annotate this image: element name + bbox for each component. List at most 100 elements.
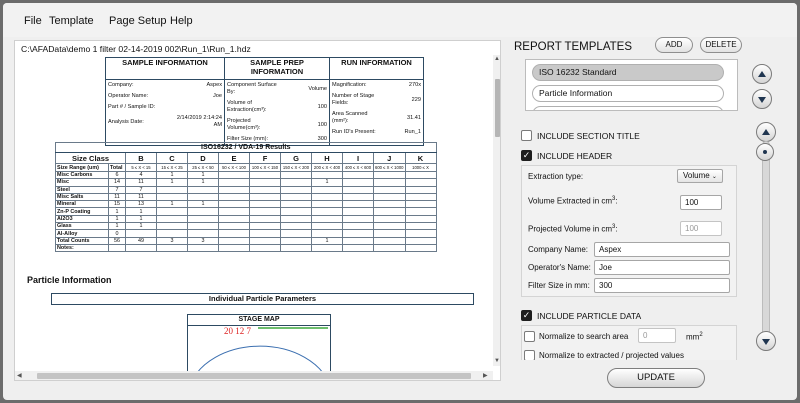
count-cell <box>280 170 312 180</box>
count-cell <box>342 222 374 231</box>
stage-map: STAGE MAP 20 12 7 <box>187 314 331 374</box>
preview-horizontal-scrollbar[interactable]: ◀ ▶ <box>15 371 493 380</box>
sample-info-field-value <box>172 102 224 113</box>
volume-extracted-input[interactable]: 100 <box>680 195 722 210</box>
stage-map-marks: 20 12 7 <box>224 326 252 336</box>
menu-file[interactable]: File <box>24 15 42 27</box>
menu-page-setup[interactable]: Page Setup <box>109 15 167 27</box>
menu-template[interactable]: Template <box>49 15 94 27</box>
count-cell <box>187 243 219 253</box>
template-item-3[interactable] <box>532 106 724 110</box>
count-cell <box>125 243 157 253</box>
count-cell <box>249 222 281 231</box>
count-cell <box>311 185 343 194</box>
count-cell <box>218 229 250 238</box>
include-section-title-checkbox[interactable] <box>521 130 532 141</box>
count-cell <box>342 214 374 224</box>
sample-info-field-label: Company: <box>108 82 134 88</box>
row-total: 11 <box>108 192 126 202</box>
iso-data-row: Misc 14 11 1 1 1 <box>55 178 437 187</box>
template-item-iso16232[interactable]: ISO 16232 Standard <box>532 64 724 81</box>
template-list[interactable]: ISO 16232 Standard Particle Information <box>525 59 738 111</box>
company-name-label: Company Name: <box>528 245 589 254</box>
stage-map-plot: 20 12 7 <box>196 326 328 373</box>
sample-info-field-label: Analysis Date: <box>108 118 144 125</box>
size-range-cell: 400 ≤ X < 600 <box>342 163 374 172</box>
preview-hscroll-thumb[interactable] <box>37 373 471 379</box>
count-cell: 1 <box>187 170 219 180</box>
count-cell: 49 <box>125 236 157 245</box>
scroll-right-arrow-icon[interactable]: ▶ <box>483 372 488 379</box>
sample-info-title: SAMPLE INFORMATION <box>106 58 224 80</box>
count-cell: 13 <box>125 200 157 209</box>
move-template-up-button[interactable] <box>752 64 772 84</box>
filter-size-input[interactable]: 300 <box>594 278 730 293</box>
count-cell <box>280 214 312 224</box>
settings-scroll-track[interactable] <box>762 141 770 339</box>
include-section-title-label: INCLUDE SECTION TITLE <box>537 131 640 141</box>
count-cell: 1 <box>311 236 343 245</box>
count-cell: 1 <box>125 214 157 224</box>
particle-type-label: Total Counts <box>55 236 109 245</box>
count-cell <box>342 243 374 253</box>
sample-info-field-value: Aspex <box>206 82 222 88</box>
run-info-field-label: Number of Stage Fields: <box>332 93 375 106</box>
count-cell <box>373 222 406 231</box>
include-header-checkbox[interactable]: ✓ <box>521 150 532 161</box>
count-cell <box>218 178 250 187</box>
normalize-search-area-input[interactable]: 0 <box>638 328 676 343</box>
scroll-left-arrow-icon[interactable]: ◀ <box>17 372 22 379</box>
row-total: 1 <box>108 214 126 224</box>
count-cell <box>249 243 281 253</box>
operator-name-input[interactable]: Joe <box>594 260 730 275</box>
scroll-up-arrow-icon[interactable]: ▲ <box>494 56 500 62</box>
sample-prep-row: Volume of Extraction(cm³): 100 <box>225 98 329 116</box>
template-item-particle-info[interactable]: Particle Information <box>532 85 724 102</box>
volume-extracted-label: Volume Extracted in cm3: <box>528 196 618 206</box>
count-cell <box>311 170 343 180</box>
count-cell <box>187 207 219 216</box>
update-button[interactable]: UPDATE <box>607 368 705 388</box>
size-class-header: G <box>280 152 312 164</box>
settings-scroll-down-button[interactable] <box>756 331 776 351</box>
size-class-header: F <box>249 152 281 164</box>
size-range-cell: 150 ≤ X < 200 <box>280 163 312 172</box>
size-range-cell: 50 ≤ X < 100 <box>218 163 250 172</box>
count-cell <box>311 207 343 216</box>
preview-vscroll-thumb[interactable] <box>495 79 500 137</box>
count-cell <box>249 170 281 180</box>
preview-vertical-scrollbar[interactable]: ▲ ▼ <box>493 55 500 366</box>
row-total: 15 <box>108 200 126 209</box>
individual-params-heading: Individual Particle Parameters <box>51 293 474 305</box>
extraction-type-select[interactable]: Volume ⌄ <box>677 169 723 183</box>
info-header-table: SAMPLE INFORMATION Company: Aspex Operator… <box>105 57 424 146</box>
count-cell <box>218 222 250 231</box>
normalize-search-area-checkbox[interactable] <box>524 331 535 342</box>
count-cell <box>311 229 343 238</box>
normalize-extracted-checkbox[interactable] <box>524 350 535 360</box>
size-range-cell: 600 ≤ X < 1000 <box>373 163 406 172</box>
settings-scroll-thumb[interactable] <box>756 143 774 161</box>
count-cell <box>404 243 437 253</box>
include-particle-data-checkbox[interactable]: ✓ <box>521 310 532 321</box>
count-cell <box>404 222 437 231</box>
company-name-input[interactable]: Aspex <box>594 242 730 257</box>
menu-help[interactable]: Help <box>170 15 193 27</box>
iso-data-row: Zn-P Coating 1 1 <box>55 207 437 216</box>
run-info-row: Area Scanned (mm²): 31.41 <box>330 109 423 127</box>
stage-map-title: STAGE MAP <box>188 315 330 326</box>
count-cell <box>373 185 406 194</box>
delete-template-button[interactable]: DELETE <box>700 37 742 53</box>
count-cell <box>156 207 188 216</box>
count-cell <box>280 200 312 209</box>
move-template-down-button[interactable] <box>752 89 772 109</box>
projected-volume-input[interactable]: 100 <box>680 221 722 236</box>
count-cell: 1 <box>125 207 157 216</box>
count-cell <box>280 192 312 202</box>
settings-scroll-up-button[interactable] <box>756 122 776 142</box>
report-templates-title: REPORT TEMPLATES <box>514 41 633 53</box>
scroll-down-arrow-icon[interactable]: ▼ <box>494 358 500 364</box>
sample-prep-block: SAMPLE PREP INFORMATION Component Surfac… <box>224 57 330 146</box>
add-template-button[interactable]: ADD <box>655 37 693 53</box>
sample-info-field-value: Joe <box>212 93 222 99</box>
